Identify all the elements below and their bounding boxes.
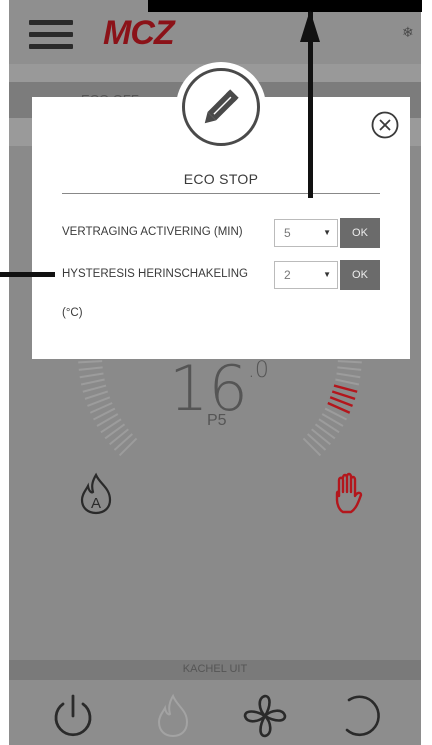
bottom-nav — [9, 680, 421, 745]
delay-activation-ok-button[interactable]: OK — [340, 218, 380, 248]
hysteresis-ok-button[interactable]: OK — [340, 260, 380, 290]
flame-icon[interactable] — [147, 690, 199, 742]
delay-activation-value: 5 — [284, 226, 291, 240]
annotation-arrow-left — [0, 272, 55, 277]
annotation-arrow-head — [300, 10, 320, 42]
status-text: KACHEL UIT — [182, 663, 248, 675]
dialog-title: ECO STOP — [183, 171, 259, 187]
delay-activation-select[interactable]: 5 ▼ — [274, 219, 338, 247]
svg-text:A: A — [91, 495, 101, 512]
status-bar: KACHEL UIT — [9, 660, 421, 680]
delay-activation-label: VERTRAGING ACTIVERING (MIN) — [62, 226, 243, 238]
chevron-down-icon: ▼ — [323, 228, 331, 237]
close-icon[interactable] — [370, 110, 400, 140]
menu-icon[interactable] — [29, 20, 73, 50]
hysteresis-label: HYSTERESIS HERINSCHAKELING — [62, 268, 248, 280]
snowflake-icon[interactable]: ❄ — [402, 24, 414, 41]
hysteresis-unit-label: (°C) — [62, 307, 83, 319]
screen-top-bar — [148, 0, 422, 12]
flame-auto-icon[interactable]: A — [74, 472, 118, 516]
fan-icon[interactable] — [239, 690, 291, 742]
temperature-decimal: .0 — [247, 358, 269, 383]
hysteresis-select[interactable]: 2 ▼ — [274, 261, 338, 289]
brand-logo: MCZ — [103, 14, 175, 52]
reset-icon[interactable] — [333, 690, 385, 742]
pencil-icon — [182, 68, 260, 146]
hysteresis-value: 2 — [284, 268, 291, 282]
chevron-down-icon: ▼ — [323, 270, 331, 279]
power-icon[interactable] — [47, 690, 99, 742]
hand-icon[interactable] — [329, 470, 369, 516]
power-level: P5 — [207, 412, 227, 429]
title-divider — [62, 193, 380, 194]
edit-badge — [176, 62, 266, 152]
